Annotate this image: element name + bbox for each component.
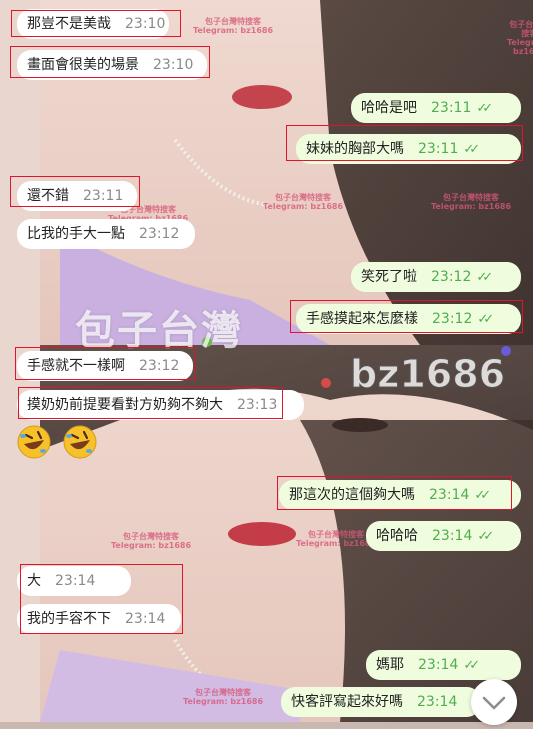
incoming-message-bubble[interactable]: 那豈不是美哉 23:10	[17, 9, 169, 39]
message-timestamp: 23:12	[139, 226, 180, 242]
message-text: 那這次的這個夠大嗎	[289, 487, 415, 503]
message-text: 摸奶奶前提要看對方奶夠不夠大	[27, 397, 223, 413]
read-receipt-icon: ✓✓	[463, 142, 480, 157]
message-timestamp: 23:14	[55, 573, 96, 589]
message-text: 妹妹的胸部大嗎	[306, 141, 404, 157]
incoming-message-bubble[interactable]: 我的手容不下 23:14	[17, 604, 181, 634]
message-timestamp: 23:10	[125, 16, 166, 32]
message-timestamp: 23:11	[418, 141, 459, 157]
outgoing-message-bubble[interactable]: 那這次的這個夠大嗎 23:14 ✓✓	[279, 480, 521, 510]
rolling-on-floor-laughing-emoji	[63, 425, 97, 459]
outgoing-message-bubble[interactable]: 笑死了啦 23:12 ✓✓	[351, 262, 521, 292]
chat-message-list[interactable]: 那豈不是美哉 23:10 畫面會很美的場景 23:10 哈哈是吧 23:11 ✓✓ 妹妹的胸部…	[0, 0, 533, 722]
outgoing-message-bubble[interactable]: 媽耶 23:14 ✓✓	[366, 650, 521, 680]
message-text: 手感摸起來怎麼樣	[306, 311, 418, 327]
message-text: 手感就不一樣啊	[27, 358, 125, 374]
message-timestamp: 23:10	[153, 57, 194, 73]
message-timestamp: 23:12	[432, 311, 473, 327]
message-text: 哈哈是吧	[361, 100, 417, 116]
message-text: 還不錯	[27, 188, 69, 204]
read-receipt-icon: ✓✓	[474, 488, 491, 503]
message-timestamp: 23:13	[237, 397, 278, 413]
incoming-message-bubble[interactable]: 大 23:14	[17, 566, 131, 596]
read-receipt-icon: ✓✓	[477, 529, 494, 544]
message-timestamp: 23:14	[432, 528, 473, 544]
incoming-message-bubble[interactable]: 摸奶奶前提要看對方奶夠不夠大 23:13	[17, 390, 304, 420]
scroll-to-bottom-button[interactable]	[471, 679, 517, 725]
message-text: 畫面會很美的場景	[27, 57, 139, 73]
rolling-on-floor-laughing-emoji	[17, 425, 51, 459]
read-receipt-icon: ✓✓	[477, 312, 494, 327]
message-timestamp: 23:14	[418, 657, 459, 673]
message-timestamp: 23:11	[431, 100, 472, 116]
message-timestamp: 23:12	[139, 358, 180, 374]
message-text: 哈哈哈	[376, 528, 418, 544]
message-timestamp: 23:14	[125, 611, 166, 627]
message-text: 大	[27, 573, 41, 589]
message-text: 快客評寫起來好嗎	[291, 694, 403, 710]
read-receipt-icon: ✓✓	[476, 101, 493, 116]
message-text: 媽耶	[376, 657, 404, 673]
message-timestamp: 23:11	[83, 188, 124, 204]
outgoing-message-bubble[interactable]: 妹妹的胸部大嗎 23:11 ✓✓	[296, 134, 521, 164]
incoming-message-bubble[interactable]: 比我的手大一點 23:12	[17, 219, 195, 249]
incoming-message-bubble[interactable]: 手感就不一樣啊 23:12	[17, 351, 193, 381]
message-timestamp: 23:12	[431, 269, 472, 285]
outgoing-message-bubble[interactable]: 快客評寫起來好嗎 23:14	[281, 687, 481, 717]
incoming-message-bubble[interactable]: 畫面會很美的場景 23:10	[17, 50, 207, 80]
message-text: 笑死了啦	[361, 269, 417, 285]
message-text: 那豈不是美哉	[27, 16, 111, 32]
message-text: 比我的手大一點	[27, 226, 125, 242]
read-receipt-icon: ✓✓	[476, 270, 493, 285]
outgoing-message-bubble[interactable]: 哈哈哈 23:14 ✓✓	[366, 521, 521, 551]
incoming-message-bubble[interactable]: 還不錯 23:11	[17, 181, 137, 211]
message-timestamp: 23:14	[429, 487, 470, 503]
chevron-down-icon	[482, 696, 506, 710]
message-text: 我的手容不下	[27, 611, 111, 627]
outgoing-message-bubble[interactable]: 手感摸起來怎麼樣 23:12 ✓✓	[296, 304, 521, 334]
outgoing-message-bubble[interactable]: 哈哈是吧 23:11 ✓✓	[351, 93, 521, 123]
message-timestamp: 23:14	[417, 694, 458, 710]
read-receipt-icon: ✓✓	[463, 658, 480, 673]
